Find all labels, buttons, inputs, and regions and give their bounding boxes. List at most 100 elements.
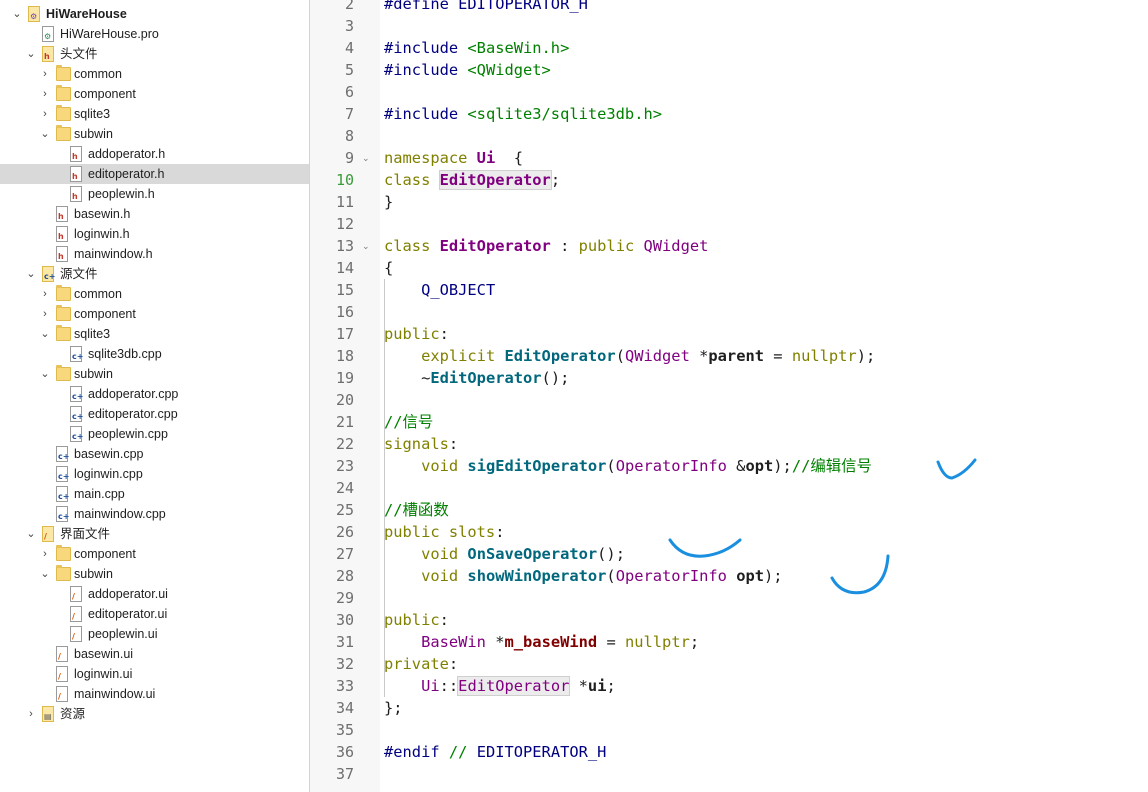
tree-item[interactable]: ⚙ HiWareHouse.pro bbox=[0, 24, 309, 44]
tree-item-label: subwin bbox=[74, 567, 113, 581]
tree-item[interactable]: c+ main.cpp bbox=[0, 484, 309, 504]
code-token: public bbox=[384, 325, 440, 343]
code-line[interactable]: public: bbox=[384, 323, 449, 345]
tree-item[interactable]: › component bbox=[0, 304, 309, 324]
project-tree[interactable]: ⌄ ⚙ HiWareHouse ⚙ HiWareHouse.pro ⌄ h 头文件 › commo… bbox=[0, 0, 310, 792]
tree-item[interactable]: › common bbox=[0, 64, 309, 84]
code-line[interactable]: #endif // EDITOPERATOR_H bbox=[384, 741, 606, 763]
tree-item[interactable]: / loginwin.ui bbox=[0, 664, 309, 684]
project-icon: ⚙ bbox=[28, 6, 40, 22]
tree-item[interactable]: / mainwindow.ui bbox=[0, 684, 309, 704]
code-line[interactable]: void OnSaveOperator(); bbox=[384, 543, 625, 565]
tree-item[interactable]: ⌄ h 头文件 bbox=[0, 44, 309, 64]
tree-item[interactable]: › common bbox=[0, 284, 309, 304]
chevron-down-icon[interactable]: ⌄ bbox=[38, 564, 52, 584]
tree-item[interactable]: / editoperator.ui bbox=[0, 604, 309, 624]
chevron-down-icon[interactable]: ⌄ bbox=[38, 364, 52, 384]
cpp-file-icon: c+ bbox=[70, 406, 83, 422]
tree-item-label: basewin.cpp bbox=[74, 447, 144, 461]
code-token: #define bbox=[384, 0, 459, 13]
tree-item[interactable]: h loginwin.h bbox=[0, 224, 309, 244]
code-line[interactable]: public slots: bbox=[384, 521, 504, 543]
code-line[interactable]: public: bbox=[384, 609, 449, 631]
code-line[interactable]: //槽函数 bbox=[384, 499, 449, 521]
code-token: void bbox=[421, 545, 468, 563]
tree-item[interactable]: ⌄ subwin bbox=[0, 364, 309, 384]
chevron-right-icon[interactable]: › bbox=[38, 304, 52, 324]
chevron-down-icon[interactable]: ⌄ bbox=[38, 124, 52, 144]
tree-item[interactable]: h mainwindow.h bbox=[0, 244, 309, 264]
tree-item[interactable]: ⌄ subwin bbox=[0, 564, 309, 584]
chevron-right-icon[interactable]: › bbox=[24, 704, 38, 724]
code-line[interactable]: #include <QWidget> bbox=[384, 59, 551, 81]
code-line[interactable]: } bbox=[384, 191, 393, 213]
tree-item[interactable]: / peoplewin.ui bbox=[0, 624, 309, 644]
code-line[interactable]: class EditOperator; bbox=[384, 169, 560, 191]
code-line[interactable]: namespace Ui { bbox=[384, 147, 523, 169]
chevron-right-icon[interactable]: › bbox=[38, 544, 52, 564]
code-line[interactable]: #define EDITOPERATOR_H bbox=[384, 0, 588, 15]
chevron-right-icon[interactable]: › bbox=[38, 104, 52, 124]
fold-toggle-icon[interactable]: ⌄ bbox=[362, 147, 370, 169]
code-line[interactable]: signals: bbox=[384, 433, 458, 455]
code-line[interactable]: class EditOperator : public QWidget bbox=[384, 235, 708, 257]
code-token: ( bbox=[606, 567, 616, 585]
chevron-down-icon[interactable]: ⌄ bbox=[10, 4, 24, 24]
cpp-file-icon: c+ bbox=[70, 346, 83, 362]
code-line[interactable]: BaseWin *m_baseWind = nullptr; bbox=[384, 631, 699, 653]
chevron-right-icon[interactable]: › bbox=[38, 284, 52, 304]
chevron-right-icon[interactable]: › bbox=[38, 64, 52, 84]
chevron-right-icon[interactable]: › bbox=[38, 84, 52, 104]
tree-item[interactable]: ⌄ subwin bbox=[0, 124, 309, 144]
tree-item-label: common bbox=[74, 67, 122, 81]
fold-toggle-icon[interactable]: ⌄ bbox=[362, 235, 370, 257]
code-line[interactable]: }; bbox=[384, 697, 403, 719]
tree-item[interactable]: c+ mainwindow.cpp bbox=[0, 504, 309, 524]
line-number: 23 bbox=[335, 457, 354, 475]
tree-item[interactable]: c+ editoperator.cpp bbox=[0, 404, 309, 424]
tree-item[interactable]: ⌄ / 界面文件 bbox=[0, 524, 309, 544]
code-line[interactable]: void sigEditOperator(OperatorInfo &opt);… bbox=[384, 455, 872, 477]
tree-item[interactable]: › component bbox=[0, 544, 309, 564]
tree-item[interactable]: c+ sqlite3db.cpp bbox=[0, 344, 309, 364]
code-line[interactable]: ~EditOperator(); bbox=[384, 367, 569, 389]
tree-item[interactable]: c+ basewin.cpp bbox=[0, 444, 309, 464]
code-token: ; bbox=[689, 633, 700, 651]
chevron-down-icon[interactable]: ⌄ bbox=[38, 324, 52, 344]
tree-item[interactable]: h peoplewin.h bbox=[0, 184, 309, 204]
line-number: 6 bbox=[344, 83, 354, 101]
chevron-down-icon[interactable]: ⌄ bbox=[24, 44, 38, 64]
tree-item[interactable]: ⌄ ⚙ HiWareHouse bbox=[0, 4, 309, 24]
code-token: private bbox=[384, 655, 449, 673]
tree-item[interactable]: c+ addoperator.cpp bbox=[0, 384, 309, 404]
tree-item[interactable]: h editoperator.h bbox=[0, 164, 309, 184]
code-line[interactable]: explicit EditOperator(QWidget *parent = … bbox=[384, 345, 875, 367]
tree-item[interactable]: c+ loginwin.cpp bbox=[0, 464, 309, 484]
line-number: 30 bbox=[335, 611, 354, 629]
tree-item[interactable]: › ▤ 资源 bbox=[0, 704, 309, 724]
tree-item[interactable]: › sqlite3 bbox=[0, 104, 309, 124]
code-line[interactable]: //信号 bbox=[384, 411, 433, 433]
tree-item[interactable]: ⌄ sqlite3 bbox=[0, 324, 309, 344]
chevron-down-icon[interactable]: ⌄ bbox=[24, 264, 38, 284]
tree-item[interactable]: ⌄ c+ 源文件 bbox=[0, 264, 309, 284]
code-line[interactable]: void showWinOperator(OperatorInfo opt); bbox=[384, 565, 782, 587]
tree-item[interactable]: / basewin.ui bbox=[0, 644, 309, 664]
code-line[interactable]: Ui::EditOperator *ui; bbox=[384, 675, 616, 697]
code-token: : bbox=[550, 237, 579, 255]
tree-item[interactable]: › component bbox=[0, 84, 309, 104]
tree-item[interactable]: h basewin.h bbox=[0, 204, 309, 224]
code-line[interactable]: { bbox=[384, 257, 393, 279]
tree-item[interactable]: h addoperator.h bbox=[0, 144, 309, 164]
chevron-down-icon[interactable]: ⌄ bbox=[24, 524, 38, 544]
code-line[interactable]: #include <sqlite3/sqlite3db.h> bbox=[384, 103, 662, 125]
code-line[interactable]: private: bbox=[384, 653, 458, 675]
code-line[interactable]: #include <BaseWin.h> bbox=[384, 37, 569, 59]
tree-item-label: loginwin.ui bbox=[74, 667, 133, 681]
tree-item[interactable]: / addoperator.ui bbox=[0, 584, 309, 604]
code-token: m_baseWind bbox=[504, 633, 598, 651]
tree-item[interactable]: c+ peoplewin.cpp bbox=[0, 424, 309, 444]
code-token: * bbox=[485, 633, 505, 651]
code-line[interactable]: Q_OBJECT bbox=[384, 279, 495, 301]
